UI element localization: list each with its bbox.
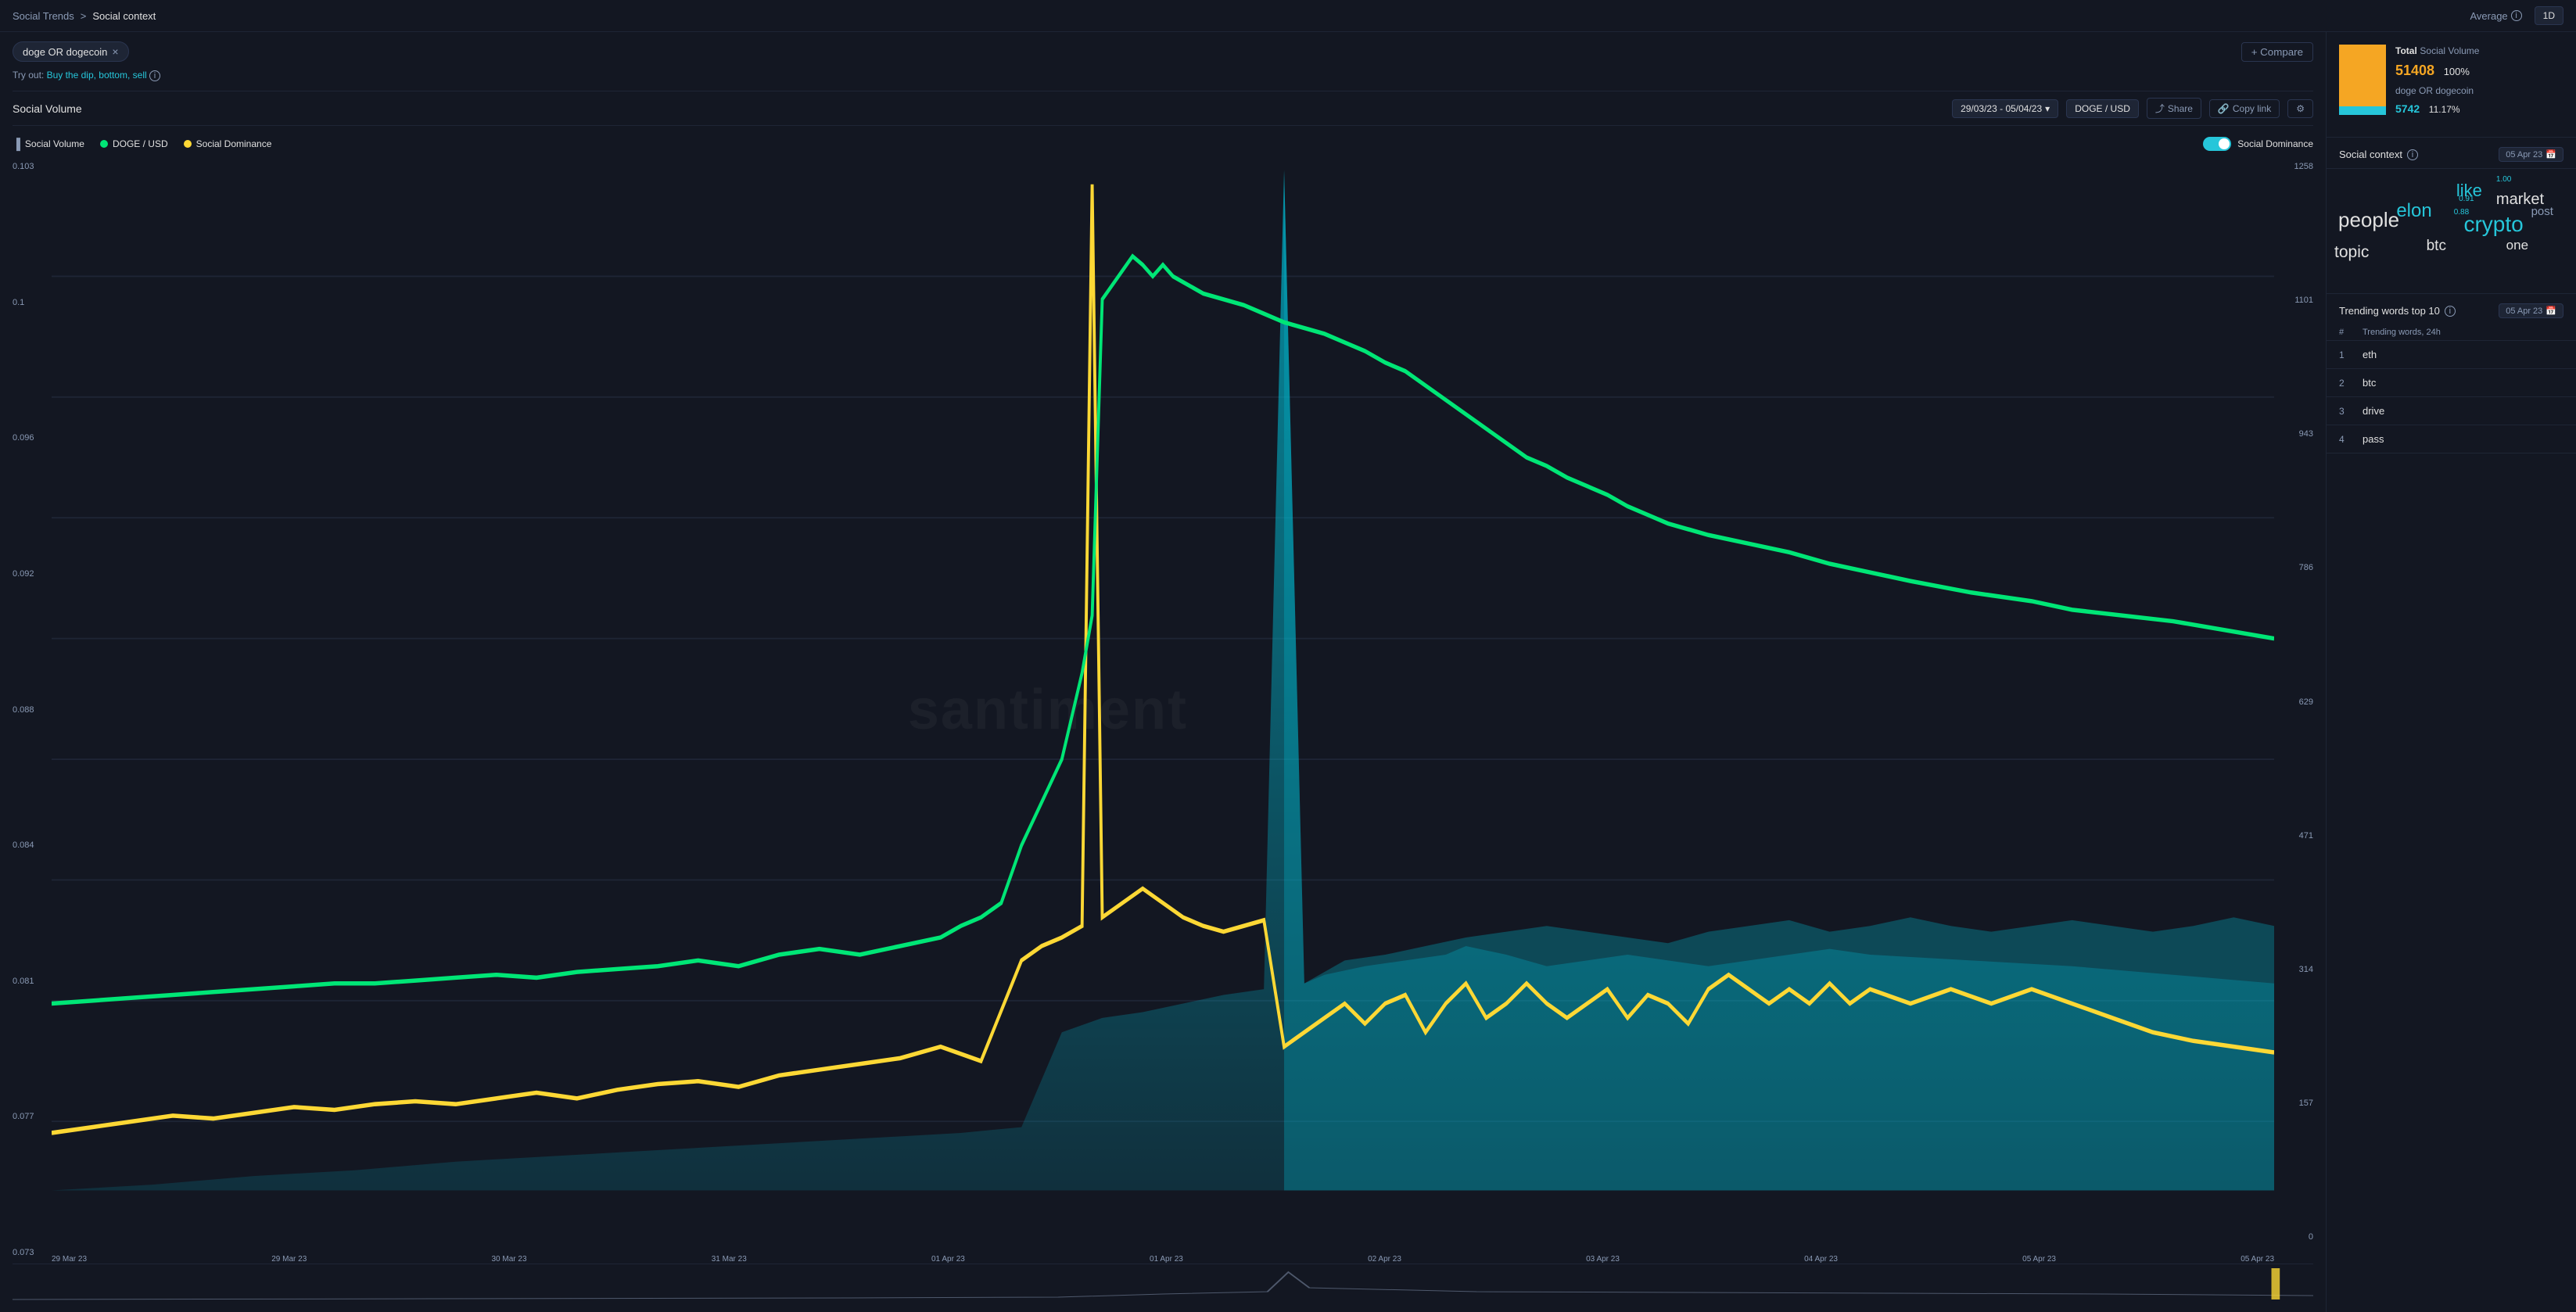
doge-dot [100,140,108,148]
legend-right: Social Dominance [2203,137,2313,151]
link-icon: 🔗 [2218,103,2230,114]
x-axis: 29 Mar 23 29 Mar 23 30 Mar 23 31 Mar 23 … [52,1255,2274,1264]
trending-info-icon[interactable]: i [2445,306,2456,317]
volume-total-label: Total Social Volume [2395,45,2479,56]
breadcrumb-social-trends[interactable]: Social Trends [13,10,74,22]
volume-sub-num: 5742 [2395,102,2420,115]
volume-info: Total Social Volume 51408 100% doge OR d… [2395,45,2479,115]
volume-bar-total [2339,45,2386,115]
legend-doge-usd[interactable]: DOGE / USD [100,138,168,149]
word-cloud: people like 1.00 market elon 0.91 crypto… [2327,169,2576,294]
volume-total-num: 51408 [2395,63,2434,78]
search-tag: doge OR dogecoin × [13,41,129,62]
volume-total-numbers: 51408 100% [2395,63,2479,79]
word-btc[interactable]: btc [2427,238,2446,255]
trending-table-header: # Trending words, 24h [2327,324,2576,341]
toolbar-right: 29/03/23 - 05/04/23 ▾ DOGE / USD ⤴ Share… [1952,98,2313,119]
average-label: Average i [2470,10,2521,22]
bar-icon: ▐ [13,138,20,150]
word-crypto-score: 0.88 [2454,208,2469,217]
social-dominance-toggle[interactable] [2203,137,2231,151]
breadcrumb-current: Social context [92,10,156,22]
trending-row-1[interactable]: 1 eth [2327,341,2576,369]
share-icon: ⤴ [2155,102,2165,115]
try-out-info-icon[interactable]: i [149,70,160,81]
settings-button[interactable]: ⚙ [2287,99,2313,118]
average-info-icon[interactable]: i [2511,10,2522,21]
row-num-1: 1 [2339,350,2363,360]
trending-calendar-icon: 📅 [2546,306,2556,316]
volume-bar-fill-small [2339,106,2386,115]
compare-button[interactable]: + Compare [2241,42,2313,62]
chart-svg [52,156,2274,1248]
row-word-btc: btc [2363,377,2563,389]
word-crypto[interactable]: crypto [2463,212,2523,237]
word-post[interactable]: post [2531,205,2553,218]
volume-sub-label: doge OR dogecoin [2395,85,2479,96]
volume-total-pct: 100% [2444,66,2470,77]
bottom-mini-chart [13,1264,2313,1303]
word-people[interactable]: people [2338,208,2399,232]
search-bar: doge OR dogecoin × + Compare [13,41,2313,62]
date-range-button[interactable]: 29/03/23 - 05/04/23 ▾ [1952,99,2058,118]
social-context-header: Social context i 05 Apr 23 📅 [2327,138,2576,169]
trending-table: 1 eth 2 btc 3 drive 4 pass [2327,341,2576,453]
try-out-link[interactable]: Buy the dip, bottom, sell [47,70,147,81]
social-context-date[interactable]: 05 Apr 23 📅 [2499,147,2563,162]
row-word-drive: drive [2363,405,2563,417]
trending-date[interactable]: 05 Apr 23 📅 [2499,303,2563,318]
chart-toolbar: Social Volume 29/03/23 - 05/04/23 ▾ DOGE… [13,91,2313,126]
calendar-icon: 📅 [2546,149,2556,160]
col-word-header: Trending words, 24h [2363,328,2563,337]
volume-sub-numbers: 5742 11.17% [2395,102,2479,115]
chevron-down-icon: ▾ [2045,103,2050,114]
toggle-label: Social Dominance [2237,138,2313,149]
header-right: Average i 1D [2470,6,2563,25]
header: Social Trends > Social context Average i… [0,0,2576,32]
chart-title: Social Volume [13,102,82,115]
dominance-dot [184,140,192,148]
share-button[interactable]: ⤴ Share [2147,98,2201,119]
volume-bar-container: Total Social Volume 51408 100% doge OR d… [2339,45,2563,115]
word-one[interactable]: one [2506,238,2528,253]
copy-link-button[interactable]: 🔗 Copy link [2209,99,2280,118]
trending-header: Trending words top 10 i 05 Apr 23 📅 [2327,294,2576,324]
row-num-4: 4 [2339,434,2363,445]
social-context-info-icon[interactable]: i [2407,149,2418,160]
row-word-eth: eth [2363,349,2563,360]
word-elon-score: 0.91 [2459,195,2474,203]
row-num-2: 2 [2339,378,2363,389]
volume-sub-pct: 11.17% [2429,104,2460,115]
legend-social-dominance[interactable]: Social Dominance [184,138,272,149]
word-topic[interactable]: topic [2334,243,2369,262]
row-word-pass: pass [2363,433,2563,445]
try-out: Try out: Buy the dip, bottom, sell i [13,70,2313,81]
main-layout: doge OR dogecoin × + Compare Try out: Bu… [0,32,2576,1312]
legend-social-volume[interactable]: ▐ Social Volume [13,138,84,150]
right-panel: Total Social Volume 51408 100% doge OR d… [2326,32,2576,1312]
close-icon[interactable]: × [112,45,118,58]
asset-button[interactable]: DOGE / USD [2066,99,2139,118]
gear-icon: ⚙ [2296,103,2305,114]
word-like-score: 1.00 [2496,175,2511,184]
trending-title: Trending words top 10 i [2339,305,2456,317]
period-button[interactable]: 1D [2535,6,2563,25]
trending-row-3[interactable]: 3 drive [2327,397,2576,425]
volume-summary: Total Social Volume 51408 100% doge OR d… [2327,32,2576,138]
y-axis-right: 1258 1101 943 786 629 471 314 157 0 [2274,156,2313,1248]
row-num-3: 3 [2339,406,2363,417]
breadcrumb-separator: > [81,10,87,22]
chart-area: doge OR dogecoin × + Compare Try out: Bu… [0,32,2326,1312]
social-context-title: Social context i [2339,149,2418,160]
col-num-header: # [2339,328,2363,337]
word-elon[interactable]: elon [2396,200,2431,222]
trending-row-2[interactable]: 2 btc [2327,369,2576,397]
trending-row-4[interactable]: 4 pass [2327,425,2576,453]
legend: ▐ Social Volume DOGE / USD Social Domina… [13,132,2313,156]
y-axis-left: 0.103 0.1 0.096 0.092 0.088 0.084 0.081 … [13,156,52,1264]
volume-bar-fill [2339,45,2386,115]
chart-container: santiment 0.103 0.1 0.096 0.092 0.088 0.… [13,156,2313,1264]
search-tag-text: doge OR dogecoin [23,46,107,58]
